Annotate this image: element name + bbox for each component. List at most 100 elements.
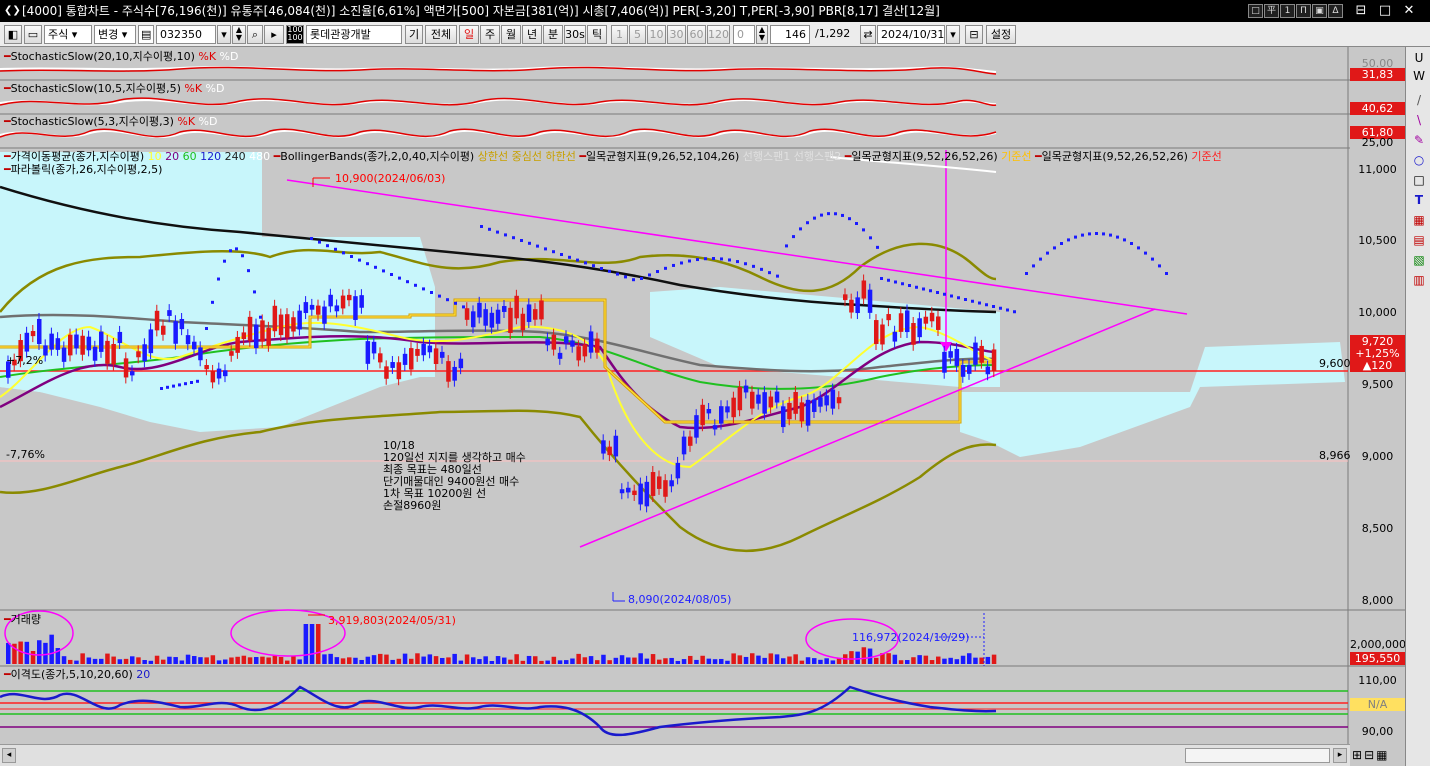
- all-button[interactable]: 전체: [425, 25, 457, 44]
- tool-grid3-icon[interactable]: ▧: [1411, 252, 1427, 268]
- settings-button[interactable]: 설정: [986, 25, 1016, 44]
- tool-grid2-icon[interactable]: ▤: [1411, 232, 1427, 248]
- zoom-controls[interactable]: ⊞⊟▦: [1352, 746, 1404, 764]
- period-tick[interactable]: 틱: [587, 25, 607, 44]
- zoom-out-icon[interactable]: ⊟: [1364, 748, 1376, 762]
- count-zero-input[interactable]: 0: [733, 25, 755, 44]
- tool-pen-icon[interactable]: ✎: [1411, 132, 1427, 148]
- tool-grid4-icon[interactable]: ▥: [1411, 272, 1427, 288]
- layout-button-3[interactable]: 1: [1280, 4, 1295, 18]
- market-select[interactable]: 주식 ▾: [44, 25, 92, 44]
- chart-area: ━StochasticSlow(20,10,지수이평,10) %K %D ━St…: [0, 47, 1406, 766]
- price-axis-11000: 11,000: [1358, 163, 1397, 176]
- price-axis-9500: 9,500: [1361, 378, 1394, 391]
- tool-rect-icon[interactable]: □: [1411, 172, 1427, 188]
- ratio-icon[interactable]: 100 100: [286, 25, 304, 44]
- pct-top-label: +7,2%: [6, 354, 44, 367]
- minimize-button[interactable]: ⊟: [1352, 3, 1370, 19]
- search-icon[interactable]: ⌕: [247, 25, 263, 44]
- price-badge-delta: ▲120: [1362, 359, 1393, 372]
- stoch3-axis-bottom: 25,00: [1361, 136, 1394, 149]
- line-8966-label: 8,966: [1319, 449, 1351, 462]
- count-input[interactable]: 146: [770, 25, 810, 44]
- toolbar: ◧ ▭ 주식 ▾ 변경 ▾ ▤ 032350 ▾ ▲ ▼ ⌕ ▸ 100 100 롯…: [0, 22, 1430, 47]
- horizontal-scrollbar[interactable]: ◂ ▸: [0, 744, 1350, 766]
- window-title: [4000] 통합차트 - 주식수[76,196(천)] 유통주[46,084(…: [22, 4, 940, 18]
- screen-icon[interactable]: ▭: [24, 25, 42, 44]
- pct-bottom-label: -7,76%: [6, 448, 45, 461]
- disparity-badge: N/A: [1367, 698, 1388, 711]
- scroll-right-icon[interactable]: ▸: [1333, 748, 1347, 763]
- grid-icon[interactable]: ▦: [1376, 748, 1389, 762]
- stoch1-legend: ━StochasticSlow(20,10,지수이평,10) %K %D: [4, 50, 239, 63]
- volume-last-label: 116,972(2024/10/29): [852, 631, 970, 644]
- line-9600-label: 9,600: [1319, 357, 1351, 370]
- n-10[interactable]: 10: [647, 25, 666, 44]
- n-1[interactable]: 1: [611, 25, 628, 44]
- layout-button-4[interactable]: П: [1296, 4, 1311, 18]
- chart-menu-icon[interactable]: ◧: [4, 25, 22, 44]
- maximize-button[interactable]: □: [1376, 3, 1394, 19]
- price-axis-10000: 10,000: [1358, 306, 1397, 319]
- period-day[interactable]: 일: [459, 25, 479, 44]
- code-dropdown-icon[interactable]: ▾: [217, 25, 231, 44]
- period-30s[interactable]: 30s: [564, 25, 586, 44]
- price-axis-8000: 8,000: [1361, 594, 1394, 607]
- price-axis-8500: 8,500: [1361, 522, 1394, 535]
- period-year[interactable]: 년: [522, 25, 542, 44]
- price-axis-9000: 9,000: [1361, 450, 1394, 463]
- app-icon: ❮❯: [4, 5, 21, 16]
- tool-circle-icon[interactable]: ○: [1411, 152, 1427, 168]
- title-bar: ❮❯ [4000] 통합차트 - 주식수[76,196(천)] 유통주[46,0…: [0, 0, 1430, 22]
- close-button[interactable]: ✕: [1400, 3, 1418, 19]
- zoom-in-icon[interactable]: ⊞: [1352, 748, 1364, 762]
- price-legend-line2: ━파라볼릭(종가,26,지수이평,2,5): [4, 163, 163, 176]
- high-label: 10,900(2024/06/03): [335, 172, 446, 185]
- price-axis-10500: 10,500: [1358, 234, 1397, 247]
- n-30[interactable]: 30: [667, 25, 686, 44]
- gi-button[interactable]: 기: [405, 25, 423, 44]
- total-count: /1,292: [815, 27, 851, 40]
- scroll-thumb[interactable]: [1185, 748, 1330, 763]
- price-legend-line1: ━가격이동평균(종가,지수이평) 10 20 60 120 240 480 ━B…: [4, 150, 1222, 163]
- tool-slash-icon[interactable]: \: [1411, 112, 1427, 128]
- period-week[interactable]: 주: [480, 25, 500, 44]
- folder-icon[interactable]: ▤: [138, 25, 154, 44]
- n-120[interactable]: 120: [707, 25, 730, 44]
- period-month[interactable]: 월: [501, 25, 521, 44]
- save-icon[interactable]: ⊟: [965, 25, 983, 44]
- updown-icon[interactable]: ▲ ▼: [232, 25, 246, 44]
- stoch2-badge: 40,62: [1361, 102, 1394, 115]
- date-dropdown-icon[interactable]: ▾: [946, 25, 960, 44]
- play-icon[interactable]: ▸: [264, 25, 284, 44]
- stock-name-field: 롯데관광개발: [306, 25, 402, 44]
- tool-line-icon[interactable]: /: [1411, 92, 1427, 108]
- date-input[interactable]: 2024/10/31: [877, 25, 945, 44]
- tool-up-icon[interactable]: U: [1411, 50, 1427, 66]
- zero-spin-icon[interactable]: ▲ ▼: [756, 25, 768, 44]
- tool-text-icon[interactable]: T: [1411, 192, 1427, 208]
- disparity-axis-top: 110,00: [1358, 674, 1397, 687]
- stoch2-legend: ━StochasticSlow(10,5,지수이평,5) %K %D: [4, 82, 225, 95]
- volume-axis: 2,000,000: [1350, 638, 1406, 651]
- stock-code-input[interactable]: 032350: [156, 25, 216, 44]
- volume-legend: ━거래량: [4, 613, 41, 626]
- layout-button-6[interactable]: Δ: [1328, 4, 1343, 18]
- disparity-legend: ━이격도(종가,5,10,20,60) 20: [4, 668, 151, 681]
- volume-badge: 195,550: [1354, 652, 1401, 665]
- layout-button-1[interactable]: □: [1248, 4, 1263, 18]
- scroll-left-icon[interactable]: ◂: [2, 748, 16, 763]
- calendar-icon[interactable]: ⇄: [860, 25, 876, 44]
- note-line-6: 손절8960원: [383, 499, 442, 512]
- low-label: 8,090(2024/08/05): [628, 593, 732, 606]
- n-5[interactable]: 5: [629, 25, 646, 44]
- stoch3-legend: ━StochasticSlow(5,3,지수이평,3) %K %D: [4, 115, 218, 128]
- period-minute[interactable]: 분: [543, 25, 563, 44]
- layout-button-2[interactable]: 平: [1264, 4, 1279, 18]
- n-60[interactable]: 60: [687, 25, 706, 44]
- layout-button-5[interactable]: ▣: [1312, 4, 1327, 18]
- change-select[interactable]: 변경 ▾: [94, 25, 136, 44]
- right-toolbar: U W / \ ✎ ○ □ T ▦ ▤ ▧ ▥: [1405, 47, 1430, 766]
- tool-wave-icon[interactable]: W: [1411, 68, 1427, 84]
- tool-grid1-icon[interactable]: ▦: [1411, 212, 1427, 228]
